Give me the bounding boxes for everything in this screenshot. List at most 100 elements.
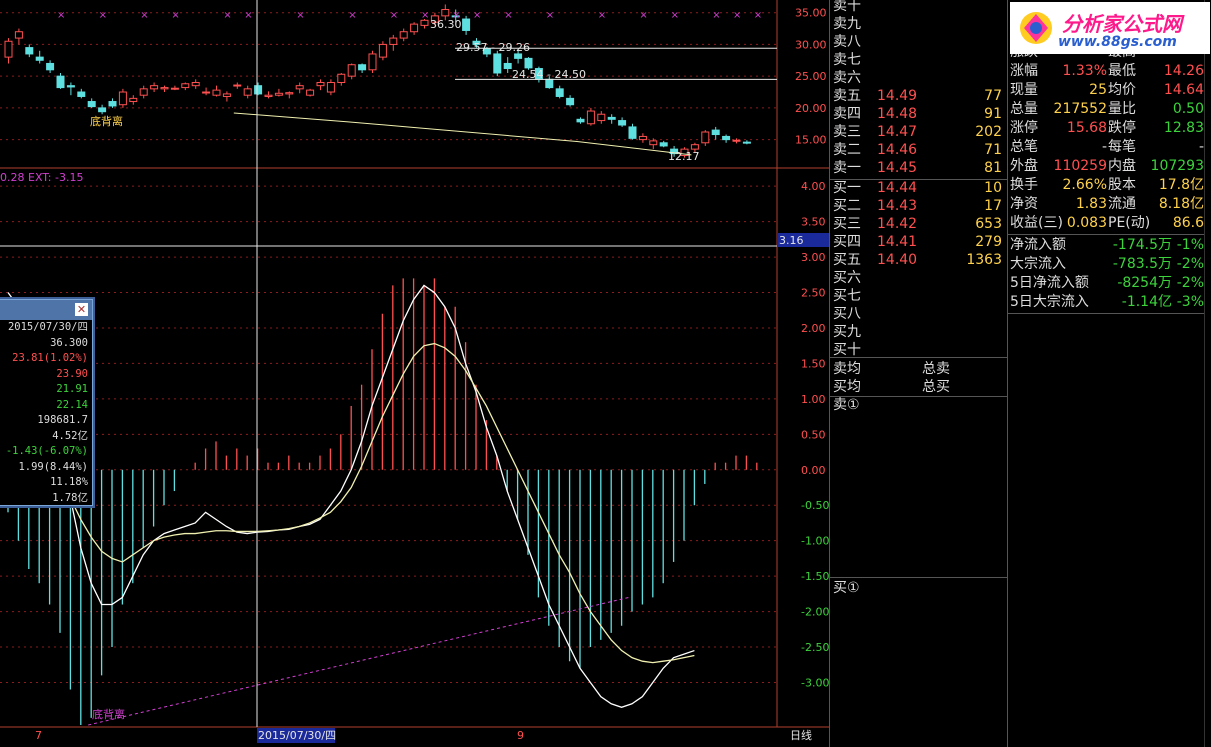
sell-queue-label: 卖① xyxy=(833,397,860,413)
stat-value: 8.18亿 xyxy=(1158,196,1204,212)
stat-label: 股本 xyxy=(1108,177,1136,193)
buy-level-label: 买三 xyxy=(833,216,861,232)
buy-level-label: 买四 xyxy=(833,234,861,250)
sell-level-row[interactable]: 卖二 14.46 71 xyxy=(830,141,1008,159)
buy-queue-row[interactable]: 买① xyxy=(830,579,1008,597)
buy-level-price: 14.42 xyxy=(877,216,918,232)
candle-body xyxy=(274,92,283,96)
buy-level-row[interactable]: 买四 14.41 279 xyxy=(830,233,1008,251)
macd-tick-label: 1.50 xyxy=(801,357,826,370)
signal-marker: × xyxy=(639,10,647,21)
candle-body xyxy=(337,73,346,83)
sell-level-row[interactable]: 卖五 14.49 77 xyxy=(830,87,1008,105)
flow-row: 大宗流入 -783.5万 -2% xyxy=(1008,255,1211,274)
stats-scrollbar[interactable] xyxy=(1204,0,1211,747)
stat-value: 217552 xyxy=(1053,101,1107,117)
sell-level-row[interactable]: 卖四 14.48 91 xyxy=(830,105,1008,123)
macd-tick-label: 0.50 xyxy=(801,428,826,441)
close-icon[interactable]: ✕ xyxy=(75,303,88,316)
stat-label: 总量 xyxy=(1010,101,1038,117)
buy-level-row[interactable]: 买一 14.44 10 xyxy=(830,179,1008,197)
info-value: 23.90 xyxy=(56,367,88,380)
info-value: 23.81(1.02%) xyxy=(12,352,88,364)
buy-level-row[interactable]: 买六 xyxy=(830,269,1008,287)
buy-level-row[interactable]: 买五 14.40 1363 xyxy=(830,251,1008,269)
candle-body xyxy=(118,91,127,106)
total-buy-label: 总买 xyxy=(922,379,950,395)
sell-level-row[interactable]: 卖六 xyxy=(830,69,1008,87)
sell-level-price: 14.49 xyxy=(877,88,918,104)
candle-body xyxy=(243,88,252,96)
chart-area[interactable]: × × × × × × × × × × × × × × × × × × × × 底背离 36.3029.57 - 29… xyxy=(0,0,829,747)
candle-body xyxy=(378,43,387,58)
flow-label: 净流入额 xyxy=(1010,237,1066,253)
buy-level-price: 14.41 xyxy=(877,234,918,250)
stat-label: 量比 xyxy=(1108,101,1136,117)
sell-queue-row[interactable]: 卖① xyxy=(830,396,1008,414)
buy-level-row[interactable]: 买八 xyxy=(830,305,1008,323)
stat-row: 涨幅 1.33% 最低 14.26 xyxy=(1008,62,1211,81)
macd-tick-label: 4.00 xyxy=(801,180,826,193)
sell-level-price: 14.45 xyxy=(877,160,918,176)
stat-row: 总笔 - 每笔 - xyxy=(1008,138,1211,157)
stat-label: 均价 xyxy=(1108,82,1136,98)
buy-level-row[interactable]: 买九 xyxy=(830,323,1008,341)
stat-row: 外盘 110259 内盘 107293 xyxy=(1008,157,1211,176)
candle-body xyxy=(420,19,429,26)
sell-level-row[interactable]: 卖九 xyxy=(830,15,1008,33)
price-low-label: 12.17 xyxy=(668,150,700,163)
time-cursor-label: 2015/07/30/四 xyxy=(258,729,336,742)
sell-level-label: 卖四 xyxy=(833,106,861,122)
stat-row: 总量 217552 量比 0.50 xyxy=(1008,100,1211,119)
stat-value: 1.83 xyxy=(1075,196,1107,212)
candle-body xyxy=(389,37,398,45)
price-tick-label: 20.00 xyxy=(795,102,827,115)
sell-level-row[interactable]: 卖三 14.47 202 xyxy=(830,123,1008,141)
order-book-panel: 卖十 卖九 卖八 卖七 卖六 卖五 14.49 77 卖四 14.48 91 卖三 14.47 202 卖二… xyxy=(829,0,1008,747)
macd-axis: 4.00 3.50 3.00 2.50 2.00 1.50 1.00 0.50 0.00 -0.5… xyxy=(801,180,829,689)
signal-marker: × xyxy=(244,10,252,21)
sell-avg-label: 卖均 xyxy=(833,361,861,377)
stat-label: 内盘 xyxy=(1108,158,1136,174)
buy-level-row[interactable]: 买二 14.43 17 xyxy=(830,197,1008,215)
buy-level-label: 买六 xyxy=(833,270,861,286)
candle-body xyxy=(264,94,273,97)
candle-body xyxy=(4,40,13,58)
cursor-info-box[interactable]: ✕ 2015/07/30/四 36.300 23.81(1.02%) 23.90 21… xyxy=(0,299,93,506)
logo-mark-icon xyxy=(1020,12,1052,44)
sell-level-row[interactable]: 卖一 14.45 81 xyxy=(830,159,1008,177)
signal-marker: × xyxy=(733,10,741,21)
buy-level-volume: 653 xyxy=(975,216,1002,232)
price-tick-label: 35.00 xyxy=(795,7,827,20)
candle-body xyxy=(524,57,533,69)
sell-level-price: 14.48 xyxy=(877,106,918,122)
buy-level-row[interactable]: 买三 14.42 653 xyxy=(830,215,1008,233)
sell-level-row[interactable]: 卖八 xyxy=(830,33,1008,51)
candle-body xyxy=(732,139,741,142)
candle-body xyxy=(597,113,606,122)
stat-label: 收益(三) xyxy=(1010,215,1063,231)
stat-row: 净资 1.83 流通 8.18亿 xyxy=(1008,195,1211,214)
candle-body xyxy=(295,85,304,90)
info-value: 4.52亿 xyxy=(52,429,88,442)
macd-divergence-label: 底背离 xyxy=(92,707,125,721)
buy-level-label: 买一 xyxy=(833,180,861,196)
buy-level-row[interactable]: 买七 xyxy=(830,287,1008,305)
candle-body xyxy=(690,144,699,150)
candle-body xyxy=(742,141,751,144)
stat-label: 涨停 xyxy=(1010,120,1038,136)
period-label[interactable]: 日线 xyxy=(790,728,812,742)
candle-body xyxy=(347,64,356,77)
candle-body xyxy=(638,135,647,141)
price-high-label: 36.30 xyxy=(430,18,462,31)
info-box-titlebar[interactable]: ✕ xyxy=(0,300,92,320)
sell-level-row[interactable]: 卖七 xyxy=(830,51,1008,69)
candle-body xyxy=(368,53,377,71)
sell-level-row[interactable]: 卖十 xyxy=(830,0,1008,15)
macd-tick-label: 3.00 xyxy=(801,251,826,264)
candle-body xyxy=(191,82,200,87)
candle-body xyxy=(77,91,86,97)
macd-tick-label: -0.50 xyxy=(801,499,829,512)
macd-current-value: 3.16 xyxy=(779,234,804,247)
flow-pct: -2% xyxy=(1176,256,1204,272)
